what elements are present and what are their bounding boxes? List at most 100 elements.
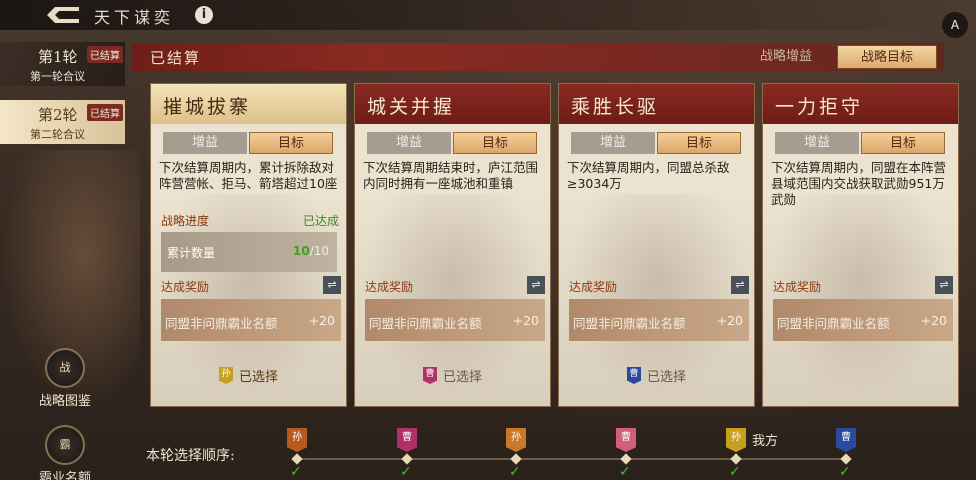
chosen-text: 已选择 (646, 370, 686, 385)
reward-label: 达成奖励 (161, 280, 210, 294)
card-title: 一力拒守 (763, 84, 958, 124)
card-tabs: 增益 目标 (163, 132, 337, 154)
chosen-status: 孙已选择 (151, 366, 346, 385)
card-description: 下次结算周期内，累计拆除敌对阵营营帐、拒马、箭塔超过10座 (159, 160, 338, 191)
card-tabs: 增益 目标 (367, 132, 541, 154)
seal-icon: 霸 (45, 425, 85, 465)
check-icon: ✓ (290, 464, 302, 480)
faction-flag-icon: 孙 (287, 428, 307, 452)
chosen-status: 曹已选择 (559, 366, 754, 385)
reward-label: 达成奖励 (773, 280, 822, 294)
strategy-card-2[interactable]: 城关并握 增益 目标 下次结算周期结束时，庐江范围内同时拥有一座城池和重镇 达成… (354, 83, 551, 407)
card-tabs: 增益 目标 (775, 132, 949, 154)
round-2-tab[interactable]: 第2轮 已结算 第二轮合议 (0, 100, 125, 144)
hegemony-quota-button[interactable]: 霸 霸业名额 (30, 425, 100, 480)
chosen-text: 已选择 (238, 370, 278, 385)
card-tab-buff[interactable]: 增益 (571, 132, 655, 154)
progress-status: 已达成 (302, 214, 339, 228)
strategy-catalog-label: 战略图鉴 (38, 394, 91, 409)
faction-flag-icon: 孙 (218, 367, 233, 384)
swap-icon[interactable]: ⇌ (731, 276, 749, 294)
card-title: 城关并握 (355, 84, 550, 124)
count-current: 10 (292, 244, 310, 258)
reward-bar: 同盟非问鼎霸业名额 +20 (365, 299, 545, 341)
check-icon: ✓ (839, 464, 851, 480)
app-title: 天下谋奕 (94, 8, 175, 27)
tab-strategy-goal[interactable]: 战略目标 (837, 45, 937, 69)
own-side-label: 我方 (752, 434, 779, 449)
strategy-catalog-button[interactable]: 战 战略图鉴 (30, 348, 100, 409)
reward-name: 同盟非问鼎霸业名额 (777, 316, 890, 331)
check-icon: ✓ (729, 464, 741, 480)
faction-flag-icon: 曹 (397, 428, 417, 452)
card-tab-buff[interactable]: 增益 (163, 132, 247, 154)
cards-icon: 战 (45, 348, 85, 388)
card-tab-buff[interactable]: 增益 (775, 132, 859, 154)
card-tab-buff[interactable]: 增益 (367, 132, 451, 154)
count-value: 10/10 (293, 244, 329, 258)
reward-value: +20 (920, 313, 947, 328)
reward-row: 达成奖励 ⇌ (161, 276, 341, 296)
top-bar: 天下谋奕 i A (0, 0, 976, 38)
reward-bar: 同盟非问鼎霸业名额 +20 (161, 299, 341, 341)
card-tab-goal[interactable]: 目标 (657, 132, 741, 154)
faction-flag-icon: 曹 (836, 428, 856, 452)
card-description: 下次结算周期内，同盟总杀敌≥3034万 (567, 160, 730, 191)
translate-icon[interactable]: A (942, 12, 968, 38)
card-tab-goal[interactable]: 目标 (861, 132, 945, 154)
card-tab-goal[interactable]: 目标 (249, 132, 333, 154)
card-title: 乘胜长驱 (559, 84, 754, 124)
status-badge: 已结算 (87, 46, 123, 63)
count-total: /10 (309, 244, 329, 258)
back-icon[interactable] (45, 5, 81, 25)
faction-flag-icon: 孙 (726, 428, 746, 452)
faction-flag-icon: 曹 (616, 428, 636, 452)
reward-bar: 同盟非问鼎霸业名额 +20 (773, 299, 953, 341)
card-tabs: 增益 目标 (571, 132, 745, 154)
selection-order-track (296, 458, 848, 460)
round-1-tab[interactable]: 第1轮 已结算 第一轮合议 (0, 42, 125, 86)
card-description: 下次结算周期内，同盟在本阵营县域范围内交战获取武勋951万武勋 (771, 160, 947, 207)
reward-bar: 同盟非问鼎霸业名额 +20 (569, 299, 749, 341)
strategy-card-3[interactable]: 乘胜长驱 增益 目标 下次结算周期内，同盟总杀敌≥3034万 达成奖励 ⇌ 同盟… (558, 83, 755, 407)
swap-icon[interactable]: ⇌ (527, 276, 545, 294)
reward-row: 达成奖励 ⇌ (773, 276, 953, 296)
reward-name: 同盟非问鼎霸业名额 (165, 316, 278, 331)
count-label: 累计数量 (167, 246, 216, 260)
card-description: 下次结算周期结束时，庐江范围内同时拥有一座城池和重镇 (363, 160, 539, 191)
reward-row: 达成奖励 ⇌ (365, 276, 545, 296)
hegemony-quota-label: 霸业名额 (38, 471, 91, 480)
panel-title: 已结算 (150, 49, 202, 67)
chosen-status: 曹已选择 (355, 366, 550, 385)
panel-header: 已结算 战略增益 战略目标 (132, 43, 944, 71)
status-badge: 已结算 (87, 104, 123, 121)
info-icon[interactable]: i (195, 6, 213, 24)
round-name: 第1轮 (38, 48, 78, 66)
reward-name: 同盟非问鼎霸业名额 (369, 316, 482, 331)
faction-flag-icon: 曹 (422, 367, 437, 384)
round-name: 第2轮 (38, 106, 78, 124)
check-icon: ✓ (509, 464, 521, 480)
check-icon: ✓ (400, 464, 412, 480)
progress-row: 战略进度 已达成 (161, 212, 339, 228)
strategy-card-4[interactable]: 一力拒守 增益 目标 下次结算周期内，同盟在本阵营县域范围内交战获取武勋951万… (762, 83, 959, 407)
chosen-text: 已选择 (442, 370, 482, 385)
selection-order-label: 本轮选择顺序: (146, 448, 235, 464)
strategy-card-1[interactable]: 摧城拔寨 增益 目标 下次结算周期内，累计拆除敌对阵营营帐、拒马、箭塔超过10座… (150, 83, 347, 407)
faction-flag-icon: 曹 (626, 367, 641, 384)
reward-label: 达成奖励 (569, 280, 618, 294)
reward-label: 达成奖励 (365, 280, 414, 294)
round-sub: 第二轮合议 (30, 128, 85, 141)
card-tab-goal[interactable]: 目标 (453, 132, 537, 154)
swap-icon[interactable]: ⇌ (935, 276, 953, 294)
reward-value: +20 (308, 313, 335, 328)
reward-row: 达成奖励 ⇌ (569, 276, 749, 296)
swap-icon[interactable]: ⇌ (323, 276, 341, 294)
reward-value: +20 (512, 313, 539, 328)
check-icon: ✓ (619, 464, 631, 480)
round-sub: 第一轮合议 (30, 70, 85, 83)
card-title: 摧城拔寨 (151, 84, 346, 124)
count-bar: 累计数量 10/10 (161, 232, 337, 272)
faction-flag-icon: 孙 (506, 428, 526, 452)
tab-strategy-buff[interactable]: 战略增益 (736, 45, 836, 69)
